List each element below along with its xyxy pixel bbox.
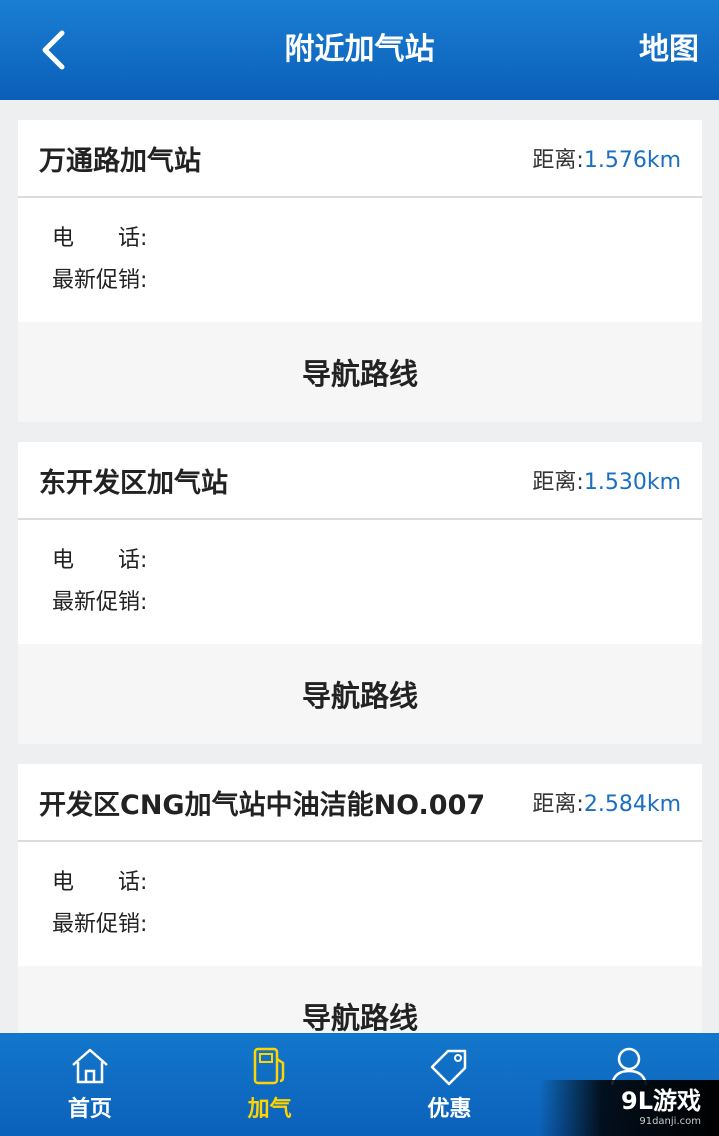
watermark-url: 91danji.com [639,1116,701,1127]
navigate-route-button[interactable]: 导航路线 [18,644,702,744]
tab-discount-label: 优惠 [427,1097,472,1122]
tab-gas[interactable]: 加气 [180,1033,360,1136]
phone-label: 电 话: [52,548,148,573]
station-card-header[interactable]: 开发区CNG加气站中油洁能NO.007 距离:2.584km [18,764,702,842]
tab-discount[interactable]: 优惠 [360,1033,540,1136]
map-button[interactable]: 地图 [639,0,699,100]
station-card: 开发区CNG加气站中油洁能NO.007 距离:2.584km 电 话: 最新促销… [18,764,702,1066]
station-distance: 距离:2.584km [532,786,681,818]
distance-label: 距离: [532,470,584,495]
distance-value: 2.584km [583,792,681,817]
app-header: 附近加气站 地图 [0,0,719,100]
distance-value: 1.530km [583,470,681,495]
watermark-text: 9L游戏 [621,1087,701,1115]
gas-pump-icon [253,1047,284,1085]
promo-label: 最新促销: [52,912,148,937]
promo-row: 最新促销: [52,908,668,950]
distance-label: 距离: [532,792,584,817]
distance-value: 1.576km [583,148,681,173]
chevron-left-icon [42,30,65,70]
distance-label: 距离: [532,148,584,173]
station-info: 电 话: 最新促销: [18,842,702,966]
phone-row: 电 话: [52,222,668,264]
navigate-route-button[interactable]: 导航路线 [18,322,702,422]
station-card: 东开发区加气站 距离:1.530km 电 话: 最新促销: 导航路线 [18,442,702,744]
station-card-header[interactable]: 万通路加气站 距离:1.576km [18,120,702,198]
watermark-logo: 9L游戏 91danji.com [539,1080,719,1136]
tag-icon [431,1049,467,1086]
station-info: 电 话: 最新促销: [18,520,702,644]
tab-gas-label: 加气 [247,1097,292,1122]
promo-label: 最新促销: [52,590,148,615]
station-distance: 距离:1.576km [532,142,681,174]
phone-label: 电 话: [52,226,148,251]
station-name: 开发区CNG加气站中油洁能NO.007 [39,789,486,821]
station-name: 东开发区加气站 [39,467,228,499]
station-name: 万通路加气站 [39,145,201,177]
station-info: 电 话: 最新促销: [18,198,702,322]
promo-row: 最新促销: [52,586,668,628]
promo-row: 最新促销: [52,264,668,306]
station-list: 万通路加气站 距离:1.576km 电 话: 最新促销: 导航路线 东开发区加气… [18,120,702,1086]
tab-home[interactable]: 首页 [0,1033,180,1136]
station-card: 万通路加气站 距离:1.576km 电 话: 最新促销: 导航路线 [18,120,702,422]
station-card-header[interactable]: 东开发区加气站 距离:1.530km [18,442,702,520]
tab-home-label: 首页 [67,1097,112,1122]
promo-label: 最新促销: [52,268,148,293]
phone-row: 电 话: [52,866,668,908]
station-distance: 距离:1.530km [532,464,681,496]
home-icon [72,1048,108,1084]
phone-row: 电 话: [52,544,668,586]
back-button[interactable] [28,22,78,78]
page-title: 附近加气站 [284,32,435,67]
phone-label: 电 话: [52,870,148,895]
